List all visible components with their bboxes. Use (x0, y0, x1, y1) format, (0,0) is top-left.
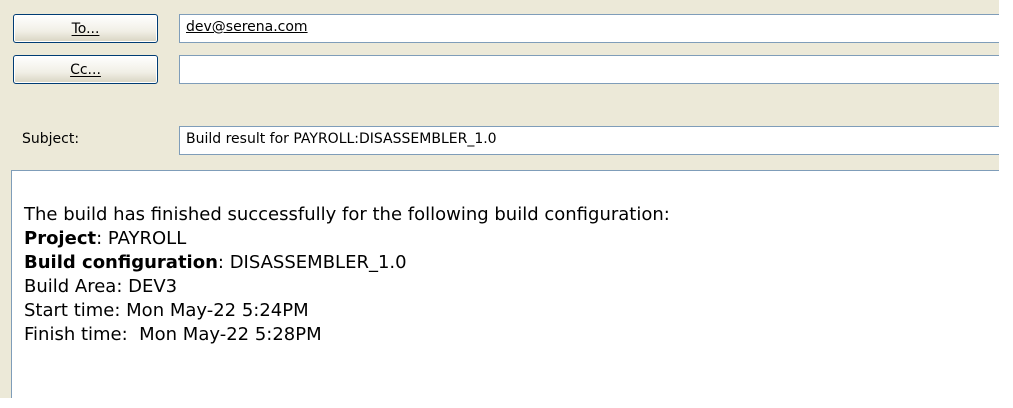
to-field[interactable]: dev@serena.com (179, 14, 1005, 43)
torn-edge-bottom (0, 398, 1013, 408)
message-body[interactable]: The build has finished successfully for … (11, 170, 1005, 400)
cc-field[interactable] (179, 55, 1005, 84)
body-build-area: Build Area: DEV3 (24, 276, 178, 297)
body-finish-time: Finish time: Mon May-22 5:28PM (24, 324, 322, 345)
torn-edge-right (999, 0, 1013, 408)
to-button[interactable]: To... (13, 14, 158, 43)
subject-value: Build result for PAYROLL:DISASSEMBLER_1.… (186, 131, 497, 147)
to-recipient[interactable]: dev@serena.com (186, 19, 308, 35)
config-value: : DISASSEMBLER_1.0 (217, 252, 407, 273)
subject-field[interactable]: Build result for PAYROLL:DISASSEMBLER_1.… (179, 126, 1005, 155)
body-start-time: Start time: Mon May-22 5:24PM (24, 300, 309, 321)
body-intro: The build has finished successfully for … (24, 204, 670, 225)
cc-button[interactable]: Cc... (13, 55, 158, 84)
subject-label: Subject: (22, 131, 80, 147)
cc-button-label: Cc... (70, 61, 101, 78)
project-value: : PAYROLL (96, 228, 187, 249)
email-compose-window: To... dev@serena.com Cc... Subject: Buil… (0, 0, 1013, 408)
to-button-label: To... (71, 20, 100, 37)
body-project-line: Project: PAYROLL (24, 227, 1004, 251)
project-label: Project (24, 228, 97, 249)
config-label: Build configuration (24, 252, 218, 273)
body-config-line: Build configuration: DISASSEMBLER_1.0 (24, 251, 1004, 275)
